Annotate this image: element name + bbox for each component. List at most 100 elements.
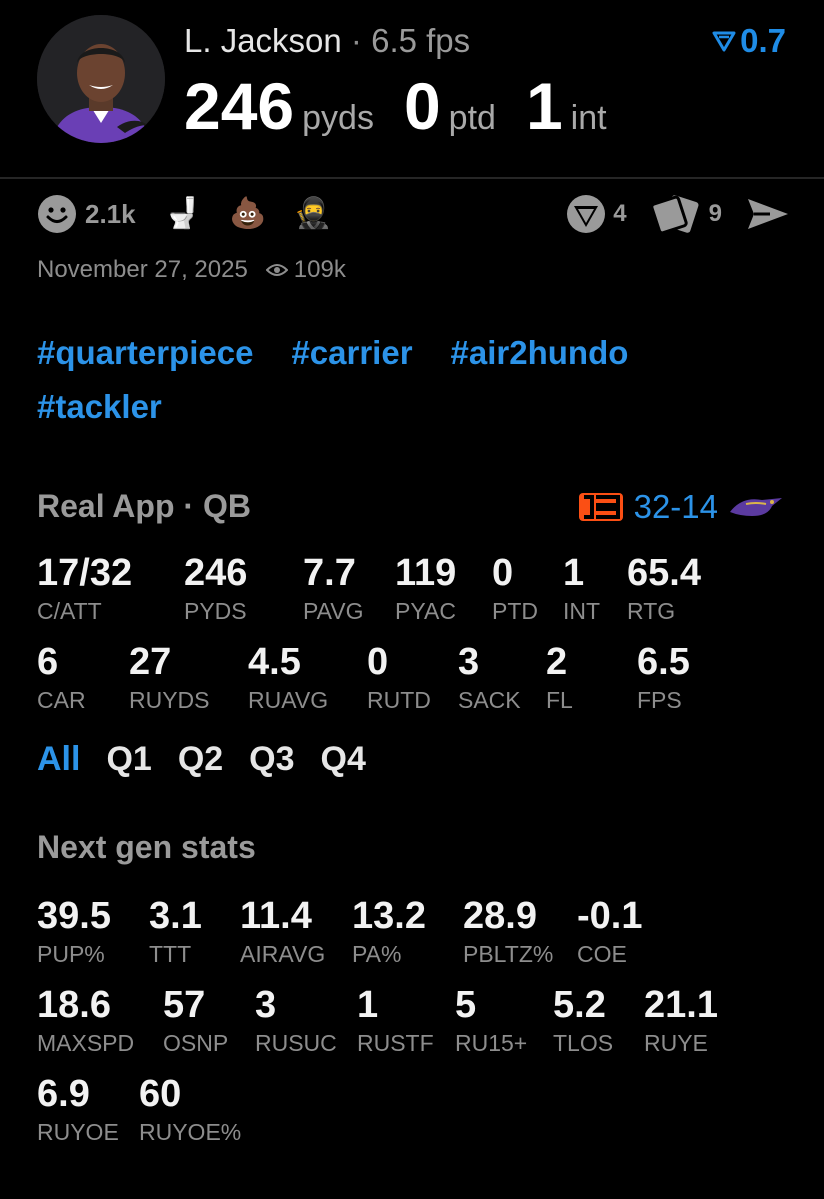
cards-count: 9: [708, 200, 722, 227]
stat-ruye: 21.1 RUYE: [644, 986, 718, 1055]
game-score[interactable]: 32-14: [578, 488, 784, 526]
header-divider: [0, 177, 824, 179]
player-name-line[interactable]: L. Jackson · 6.5 fps: [184, 22, 470, 60]
stat-label: CAR: [37, 687, 86, 713]
stat-label: RU15+: [455, 1030, 528, 1056]
stat-ruyds: 27 RUYDS: [129, 643, 210, 712]
comments-count: 4: [613, 200, 627, 227]
stat-value: 6.9: [37, 1073, 90, 1115]
stat-label: RUYDS: [129, 687, 210, 713]
stat-pa: 13.2 PA%: [352, 897, 426, 966]
stat-value: 3.1: [149, 895, 202, 937]
headline-ptd-value: 0: [403, 69, 441, 143]
headline-pyds-value: 246: [184, 69, 295, 143]
stat-value: 119: [395, 552, 457, 594]
tab-q2[interactable]: Q2: [178, 740, 223, 779]
smile-icon: [38, 195, 76, 233]
headline-pyds-unit: pyds: [302, 99, 374, 137]
headline-ptd-unit: ptd: [448, 99, 496, 137]
stat-value: 27: [129, 641, 172, 683]
stat-fl: 2 FL: [546, 643, 573, 712]
real-app-title: Real App · QB: [37, 488, 251, 524]
hashtag-link[interactable]: #air2hundo: [451, 334, 629, 372]
rating-triangle-icon: [712, 31, 736, 52]
stat-coe: -0.1 COE: [577, 897, 642, 966]
stat-label: RUTD: [367, 687, 431, 713]
hashtag-link[interactable]: #tackler: [37, 388, 162, 426]
stat-label: PYAC: [395, 598, 456, 624]
share-send-icon[interactable]: [746, 196, 790, 232]
headline-int-value: 1: [525, 69, 563, 143]
stat-value: 246: [184, 552, 248, 594]
stat-ptd: 0 PTD: [492, 554, 538, 623]
stat-label: PA%: [352, 941, 402, 967]
stat-label: FPS: [637, 687, 682, 713]
stat-airavg: 11.4 AIRAVG: [240, 897, 325, 966]
poop-reaction-button[interactable]: 💩: [229, 199, 266, 229]
views-count: 109k: [293, 256, 346, 283]
comments-button[interactable]: 4: [565, 193, 640, 235]
tab-q1[interactable]: Q1: [106, 740, 151, 779]
stat-rustf: 1 RUSTF: [357, 986, 434, 1055]
stat-value: 57: [163, 984, 206, 1026]
stat-value: 17/32: [37, 552, 133, 594]
stat-label: RUYE: [644, 1030, 708, 1056]
stat-label: RUSTF: [357, 1030, 434, 1056]
stat-value: 28.9: [463, 895, 537, 937]
stat-sack: 3 SACK: [458, 643, 521, 712]
toilet-reaction-button[interactable]: 🚽: [164, 199, 201, 229]
next-gen-title: Next gen stats: [37, 829, 256, 865]
player-avatar[interactable]: [37, 15, 165, 143]
post-date: November 27, 2025: [37, 256, 248, 283]
stat-pyds: 246 PYDS: [184, 554, 247, 623]
tab-q3[interactable]: Q3: [249, 740, 294, 779]
stat-rtg: 65.4 RTG: [627, 554, 701, 623]
stat-value: 1: [563, 552, 585, 594]
stat-osnp: 57 OSNP: [163, 986, 228, 1055]
stat-car: 6 CAR: [37, 643, 86, 712]
stat-rusuc: 3 RUSUC: [255, 986, 337, 1055]
stat-pavg: 7.7 PAVG: [303, 554, 364, 623]
comment-triangle-icon: [567, 195, 606, 233]
tab-all[interactable]: All: [37, 740, 80, 779]
stat-value: 5: [455, 984, 477, 1026]
stat-label: PUP%: [37, 941, 105, 967]
stat-value: 0: [367, 641, 389, 683]
stat-value: 4.5: [248, 641, 301, 683]
views-indicator: 109k: [265, 256, 346, 284]
actions-row: 4 9: [565, 192, 790, 236]
stat-ruyoe-pct: 60 RUYOE%: [139, 1075, 241, 1144]
cards-button[interactable]: 9: [650, 194, 736, 234]
stat-label: OSNP: [163, 1030, 229, 1056]
smile-reaction-button[interactable]: 2.1k: [37, 194, 150, 234]
stat-label: PBLTZ%: [463, 941, 554, 967]
stat-pbltz: 28.9 PBLTZ%: [463, 897, 553, 966]
stat-value: 65.4: [627, 552, 701, 594]
stat-pup: 39.5 PUP%: [37, 897, 111, 966]
stat-label: TLOS: [553, 1030, 614, 1056]
stat-tlos: 5.2 TLOS: [553, 986, 613, 1055]
eye-icon: [265, 264, 288, 276]
hashtag-link[interactable]: #quarterpiece: [37, 334, 253, 372]
hashtag-link[interactable]: #carrier: [291, 334, 412, 372]
stat-value: 5.2: [553, 984, 606, 1026]
tab-q4[interactable]: Q4: [321, 740, 366, 779]
stat-value: 39.5: [37, 895, 111, 937]
stat-label: PYDS: [184, 598, 247, 624]
rating-value: 0.7: [740, 22, 786, 59]
stat-c-att: 17/32 C/ATT: [37, 554, 132, 623]
stat-fps: 6.5 FPS: [637, 643, 690, 712]
stat-ttt: 3.1 TTT: [149, 897, 202, 966]
cards-icon: [650, 195, 699, 234]
stat-label: MAXSPD: [37, 1030, 135, 1056]
stat-pyac: 119 PYAC: [395, 554, 456, 623]
quarter-tabs: All Q1 Q2 Q3 Q4: [37, 740, 366, 779]
smile-count: 2.1k: [85, 198, 136, 229]
stat-value: 21.1: [644, 984, 718, 1026]
rating-badge[interactable]: 0.7: [712, 22, 786, 60]
stat-value: 3: [458, 641, 480, 683]
stat-label: PAVG: [303, 598, 364, 624]
stat-value: 2: [546, 641, 568, 683]
stat-label: PTD: [492, 598, 538, 624]
ninja-reaction-button[interactable]: 🥷: [294, 199, 331, 229]
